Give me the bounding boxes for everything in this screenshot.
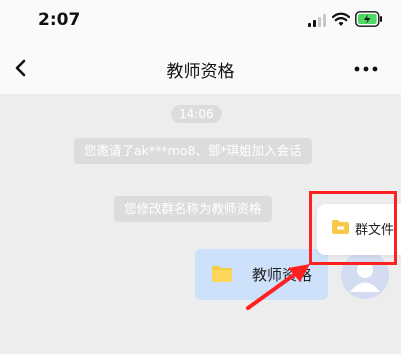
folder-icon xyxy=(212,266,232,282)
page-title: 教师资格 xyxy=(166,62,235,82)
system-message-invite: 您邀请了ak***mo8、鄧*琪姐加入会话 xyxy=(74,138,312,164)
wifi-icon xyxy=(332,12,350,26)
more-dots-icon[interactable] xyxy=(354,66,378,72)
timestamp-label: 14:06 xyxy=(171,105,222,123)
navigation-bar: 教师资格 xyxy=(0,42,401,94)
highlight-box xyxy=(309,191,397,265)
battery-charging-icon xyxy=(355,11,382,27)
chat-area: 14:06 您邀请了ak***mo8、鄧*琪姐加入会话 您修改群名称为教师资格 … xyxy=(0,94,401,354)
signal-icon xyxy=(308,14,326,27)
red-arrow-annotation xyxy=(246,264,310,310)
status-time: 2:07 xyxy=(38,10,81,30)
system-message-rename: 您修改群名称为教师资格 xyxy=(114,196,272,222)
status-bar: 2:07 xyxy=(0,0,401,42)
